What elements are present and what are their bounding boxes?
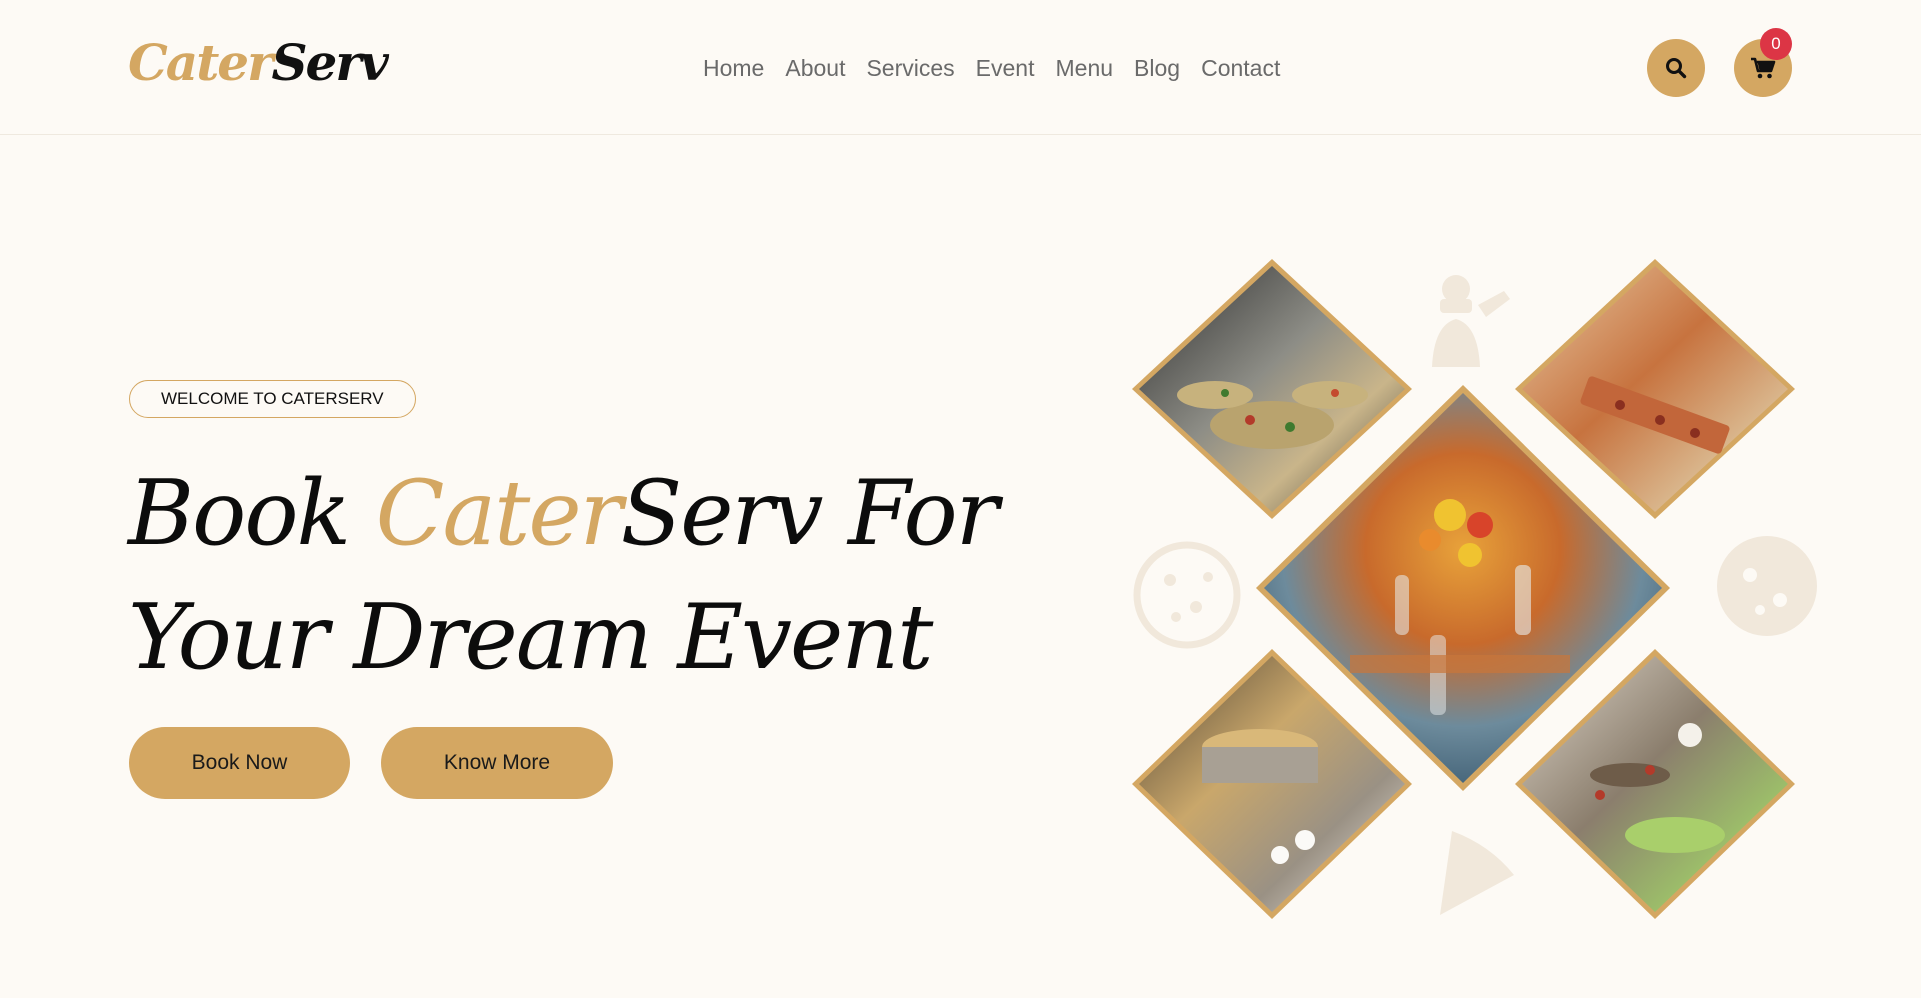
pizza-icon (1717, 536, 1817, 636)
know-more-button[interactable]: Know More (381, 727, 613, 799)
main-nav: Home About Services Event Menu Blog Cont… (703, 48, 1301, 88)
nav-item-services[interactable]: Services (866, 48, 954, 88)
headline-part-serv-for: Serv For (620, 461, 999, 566)
cart-count-badge: 0 (1760, 28, 1792, 60)
nav-item-contact[interactable]: Contact (1201, 48, 1280, 88)
hero-gallery (1130, 255, 1830, 920)
nav-item-home[interactable]: Home (703, 48, 764, 88)
page: CaterServ Home About Services Event Menu… (0, 0, 1921, 998)
gallery-svg (1132, 259, 1817, 919)
brand-logo[interactable]: CaterServ (128, 28, 389, 98)
search-icon (1666, 58, 1687, 79)
chef-icon (1432, 275, 1510, 367)
hero-headline: Book CaterServ For Your Dream Event (128, 452, 999, 700)
nav-item-blog[interactable]: Blog (1134, 48, 1180, 88)
site-header: CaterServ Home About Services Event Menu… (0, 0, 1921, 135)
nav-item-about[interactable]: About (785, 48, 845, 88)
pizza-icon (1133, 541, 1241, 649)
headline-line-2: Your Dream Event (128, 585, 933, 690)
headline-highlight: Cater (375, 461, 623, 566)
pizza-slice-icon (1440, 831, 1514, 915)
nav-item-menu[interactable]: Menu (1056, 48, 1114, 88)
nav-item-event[interactable]: Event (976, 48, 1035, 88)
headline-part-book: Book (128, 461, 376, 566)
search-button[interactable] (1647, 39, 1705, 97)
logo-part-cater: Cater (128, 33, 273, 92)
book-now-button[interactable]: Book Now (129, 727, 350, 799)
logo-part-serv: Serv (271, 33, 388, 92)
welcome-badge: WELCOME TO CATERSERV (129, 380, 416, 418)
